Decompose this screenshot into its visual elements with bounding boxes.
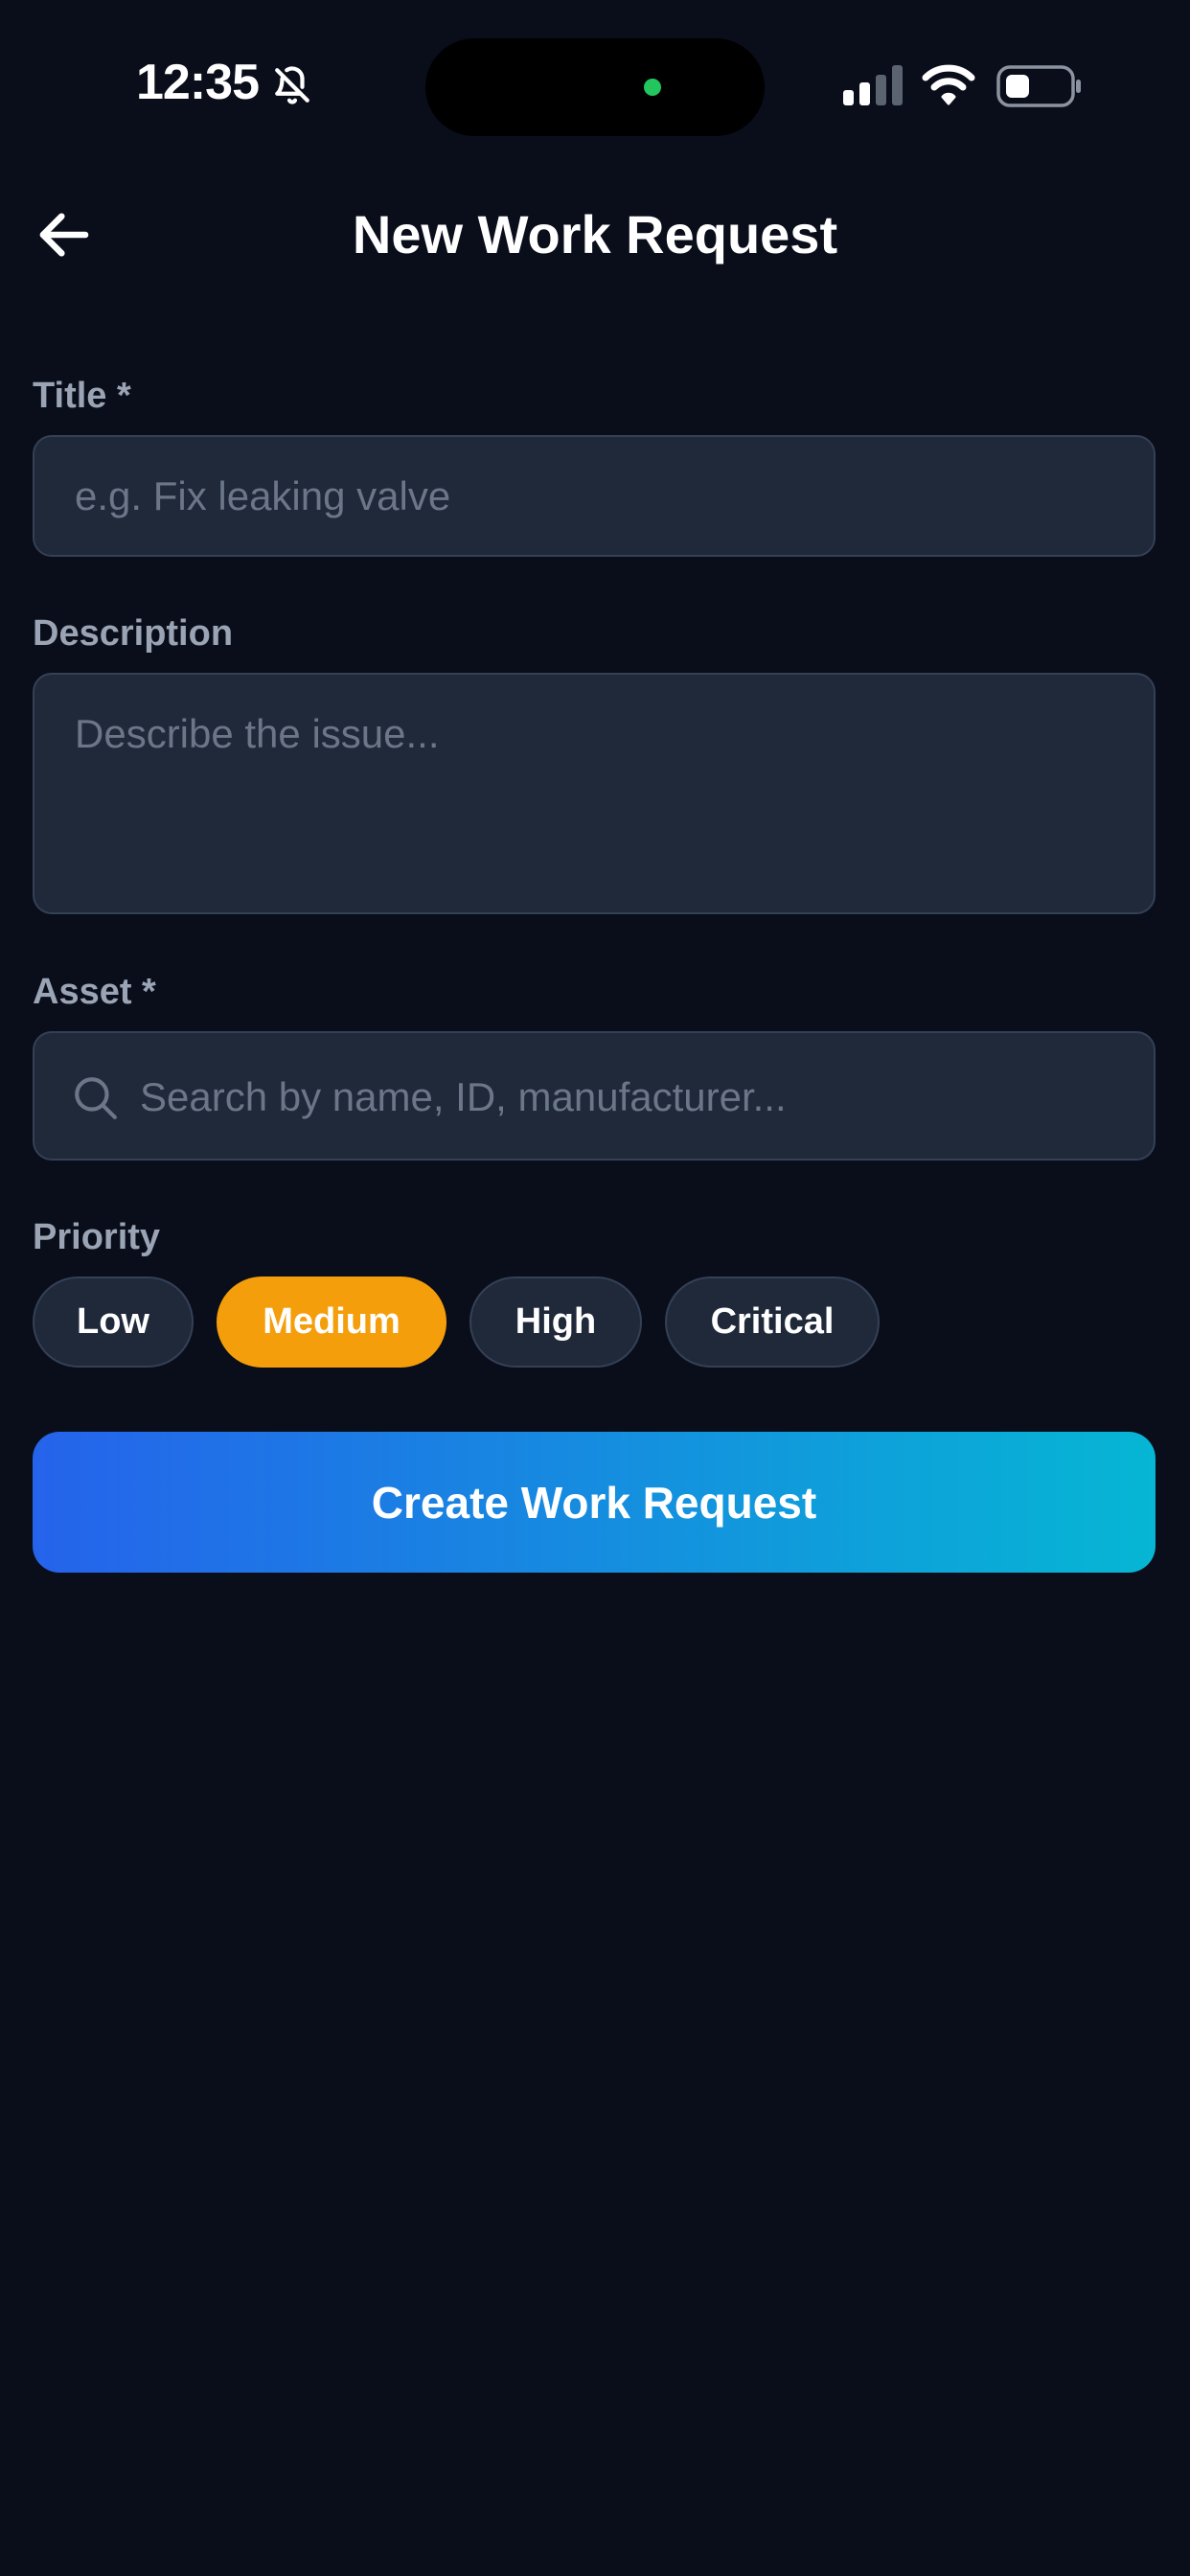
description-label: Description (33, 613, 234, 654)
priority-selector: Low Medium High Critical (33, 1276, 880, 1368)
title-label: Title * (33, 376, 131, 416)
wifi-icon (922, 64, 975, 105)
status-bar: 12:35 (0, 0, 1190, 172)
title-input[interactable] (33, 435, 1156, 557)
camera-indicator-dot (644, 79, 661, 96)
priority-chip-low[interactable]: Low (33, 1276, 194, 1368)
asset-search-field[interactable] (33, 1031, 1156, 1161)
app-header: New Work Request (0, 182, 1190, 288)
search-icon (75, 1077, 117, 1119)
priority-label: Priority (33, 1217, 161, 1257)
priority-chip-high[interactable]: High (469, 1276, 642, 1368)
create-work-request-button[interactable]: Create Work Request (33, 1432, 1156, 1573)
priority-chip-critical[interactable]: Critical (665, 1276, 880, 1368)
battery-icon (996, 65, 1081, 107)
dynamic-island (425, 38, 765, 136)
status-time: 12:35 (136, 55, 260, 110)
asset-search-input[interactable] (138, 1033, 1138, 1161)
priority-chip-medium[interactable]: Medium (217, 1276, 446, 1368)
asset-label: Asset * (33, 972, 156, 1012)
description-input[interactable] (33, 673, 1156, 914)
page-title: New Work Request (352, 204, 838, 264)
signal-icon (843, 65, 903, 105)
bell-off-icon (275, 66, 309, 104)
